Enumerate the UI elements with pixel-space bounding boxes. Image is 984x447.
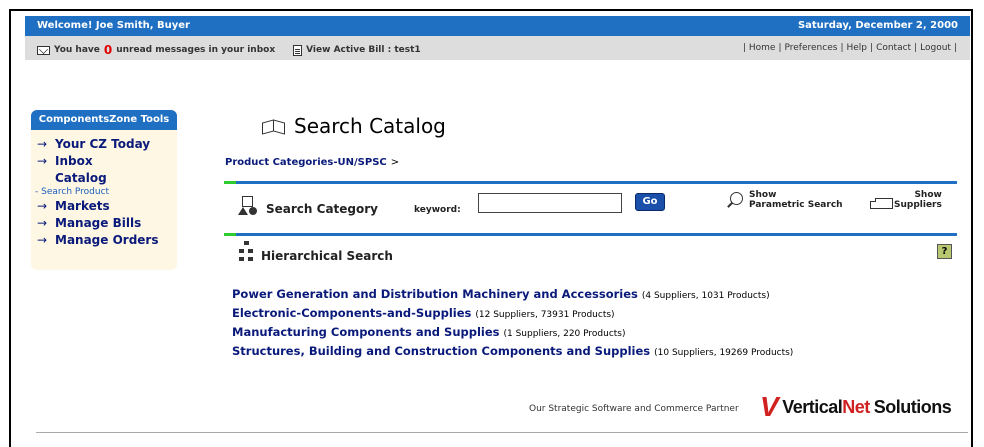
shapes-icon <box>238 196 258 216</box>
category-link[interactable]: Electronic-Components-and-Supplies <box>232 306 471 320</box>
date-text: Saturday, December 2, 2000 <box>797 20 958 31</box>
nav-preferences[interactable]: Preferences <box>785 43 838 53</box>
verticalnet-logo[interactable]: V Vertical Net Solutions <box>760 391 952 422</box>
sidebar-item-label: Your CZ Today <box>55 137 151 151</box>
sidebar-subitem-search-product[interactable]: - Search Product <box>31 187 177 198</box>
arrow-right-icon: → <box>37 216 48 230</box>
message-status: You have 0 unread messages in your inbox… <box>37 43 421 57</box>
welcome-text: Welcome! Joe Smith, Buyer <box>37 20 190 31</box>
list-item: Structures, Building and Construction Co… <box>232 343 793 362</box>
show-suppliers-button[interactable]: Show Suppliers <box>870 190 942 210</box>
category-list: Power Generation and Distribution Machin… <box>232 286 793 362</box>
breadcrumb-separator: > <box>390 157 400 168</box>
search-row: Search Category keyword: Go Show Parametr… <box>224 186 957 230</box>
top-bar: Welcome! Joe Smith, Buyer Saturday, Dece… <box>25 16 970 36</box>
arrow-right-icon: → <box>37 233 48 247</box>
category-count: (10 Suppliers, 19269 Products) <box>654 348 794 358</box>
logo-net: Net <box>842 397 870 417</box>
category-count: (12 Suppliers, 73931 Products) <box>475 310 615 320</box>
category-link[interactable]: Manufacturing Components and Supplies <box>232 325 500 339</box>
envelope-icon <box>37 45 50 55</box>
sidebar-item-label: Manage Orders <box>55 233 159 247</box>
sidebar-item-catalog[interactable]: Catalog <box>31 170 177 187</box>
list-item: Electronic-Components-and-Supplies (12 Su… <box>232 305 793 324</box>
sidebar-item-manage-bills[interactable]: → Manage Bills <box>31 215 177 232</box>
sidebar-item-label: Catalog <box>55 171 107 185</box>
magnifier-icon <box>727 192 747 210</box>
sidebar-item-inbox[interactable]: → Inbox <box>31 153 177 170</box>
hierarchical-search-heading: Hierarchical Search <box>239 241 393 263</box>
msg-suffix[interactable]: unread messages in your inbox <box>116 45 275 55</box>
truck-icon <box>870 198 893 210</box>
sidebar-item-label: Manage Bills <box>55 216 142 230</box>
sidebar-item-markets[interactable]: → Markets <box>31 198 177 215</box>
page-title-text: Search Catalog <box>294 114 446 138</box>
section-divider <box>224 181 957 184</box>
arrow-right-icon: → <box>37 154 48 168</box>
nav-contact[interactable]: Contact <box>876 43 911 53</box>
show-parametric-search-button[interactable]: Show Parametric Search <box>727 190 843 210</box>
parametric-bottom-label: Parametric Search <box>749 200 843 210</box>
active-bill-link[interactable]: View Active Bill : test1 <box>293 44 421 56</box>
search-category-label: Search Category <box>266 202 378 216</box>
tools-sidebar: ComponentsZone Tools → Your CZ Today → Inb… <box>31 110 177 270</box>
parametric-top-label: Show <box>749 190 777 200</box>
list-item: Manufacturing Components and Supplies (1 … <box>232 324 793 343</box>
active-bill-label: View Active Bill : test1 <box>306 45 421 55</box>
category-link[interactable]: Power Generation and Distribution Machin… <box>232 287 638 301</box>
partner-text: Our Strategic Software and Commerce Part… <box>529 404 739 414</box>
sidebar-item-label: - Search Product <box>35 187 110 197</box>
suppliers-top-label: Show <box>914 190 942 200</box>
arrow-right-icon: → <box>37 137 48 151</box>
nav-logout[interactable]: Logout <box>920 43 951 53</box>
sidebar-item-manage-orders[interactable]: → Manage Orders <box>31 232 177 249</box>
keyword-input[interactable] <box>478 193 622 213</box>
open-book-icon <box>262 119 286 133</box>
keyword-label: keyword: <box>414 205 461 215</box>
sidebar-item-label: Markets <box>55 199 110 213</box>
sidebar-title: ComponentsZone Tools <box>31 110 177 130</box>
sidebar-item-label: Inbox <box>55 154 93 168</box>
unread-count[interactable]: 0 <box>104 43 112 57</box>
suppliers-bottom-label: Suppliers <box>894 200 942 210</box>
hierarchical-search-label: Hierarchical Search <box>261 249 393 263</box>
category-count: (4 Suppliers, 1031 Products) <box>641 291 770 301</box>
category-count: (1 Suppliers, 220 Products) <box>503 329 626 339</box>
hierarchy-tree-icon <box>239 241 255 263</box>
breadcrumb: Product Categories-UN/SPSC > <box>225 157 399 168</box>
go-button[interactable]: Go <box>635 193 665 211</box>
logo-v: V <box>760 391 779 422</box>
sidebar-item-your-cz-today[interactable]: → Your CZ Today <box>31 136 177 153</box>
search-category: Search Category <box>238 196 378 216</box>
help-button[interactable]: ? <box>937 244 952 259</box>
top-nav-links: | Home | Preferences | Help | Contact | … <box>742 43 957 53</box>
section-divider <box>224 233 957 236</box>
category-link[interactable]: Structures, Building and Construction Co… <box>232 344 650 358</box>
page-title: Search Catalog <box>262 114 446 138</box>
nav-home[interactable]: Home <box>749 43 776 53</box>
document-icon <box>293 44 303 56</box>
logo-vertical: Vertical <box>782 397 843 417</box>
breadcrumb-link[interactable]: Product Categories-UN/SPSC <box>225 157 387 168</box>
nav-help[interactable]: Help <box>846 43 867 53</box>
footer-divider <box>36 432 968 433</box>
logo-solutions: Solutions <box>873 397 952 417</box>
sub-bar: You have 0 unread messages in your inbox… <box>25 36 970 60</box>
arrow-right-icon: → <box>37 199 48 213</box>
msg-prefix: You have <box>54 45 100 55</box>
list-item: Power Generation and Distribution Machin… <box>232 286 793 305</box>
